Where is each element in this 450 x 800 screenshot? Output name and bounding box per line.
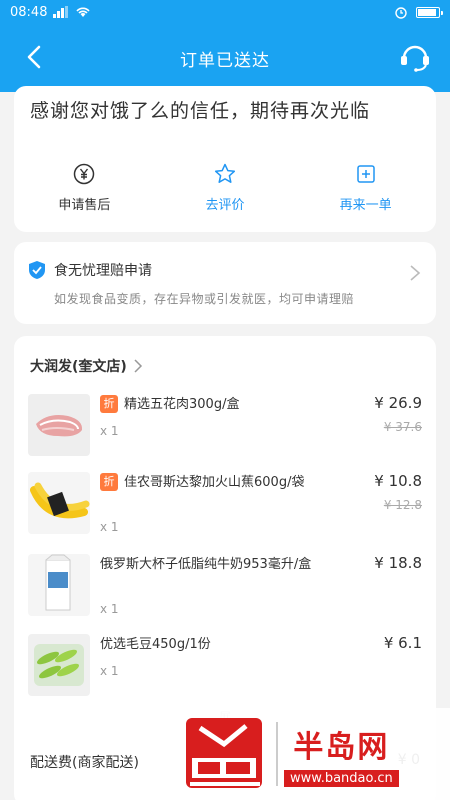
watermark: 半岛网 www.bandao.cn [180,708,450,800]
claim-subtitle: 如发现食品变质，存在异物或引发就医，均可申请理赔 [54,292,355,306]
header-bar: 08:48 订单已送达 [0,0,450,92]
star-icon [214,163,236,183]
claim-card[interactable]: 食无忧理赔申请 如发现食品变质，存在异物或引发就医，均可申请理赔 [14,242,436,324]
claim-title: 食无忧理赔申请 [54,263,152,279]
status-time: 08:48 [10,4,48,20]
apply-after-sales-label: 申请售后 [58,198,111,213]
discount-tag: 折 [100,395,118,413]
reorder-label: 再来一单 [339,198,392,213]
review-button[interactable]: 去评价 [155,162,296,213]
product-image-milk [28,554,90,616]
product-price: ¥ 6.1 [383,634,422,652]
chevron-right-icon [134,359,142,373]
nav-bar: 订单已送达 [0,24,450,92]
list-item: 优选毛豆450g/1份 x 1 ¥ 6.1 [28,634,422,704]
apply-after-sales-button[interactable]: 申请售后 [14,162,155,213]
product-image-edamame [28,634,90,696]
shield-check-icon [29,261,45,279]
alarm-icon [395,7,407,19]
order-actions: 申请售后 去评价 再来一单 [14,162,436,213]
page-title: 订单已送达 [180,50,270,71]
plus-box-icon [356,165,375,183]
thanks-message: 感谢您对饿了么的信任，期待再次光临 [30,100,371,122]
shop-name: 大润发(奎文店) [30,359,127,375]
chevron-right-icon [410,265,421,281]
product-qty: x 1 [100,602,119,616]
thanks-card: 感谢您对饿了么的信任，期待再次光临 申请售后 去评价 再来一单 [14,86,436,232]
list-item: 折佳农哥斯达黎加火山蕉600g/袋 x 1 ¥ 10.8 ¥ 12.8 [28,472,422,542]
list-item: 折精选五花肉300g/盒 x 1 ¥ 26.9 ¥ 37.6 [28,394,422,464]
shop-link[interactable]: 大润发(奎文店) [30,356,143,376]
product-price: ¥ 26.9 [374,394,422,412]
product-qty: x 1 [100,664,119,678]
product-image-banana [28,472,90,534]
product-original-price: ¥ 12.8 [383,498,422,512]
product-qty: x 1 [100,520,119,534]
product-name: 佳农哥斯达黎加火山蕉600g/袋 [124,475,305,490]
yuan-refund-icon [74,163,95,185]
product-name: 优选毛豆450g/1份 [100,637,211,652]
product-qty: x 1 [100,424,119,438]
battery-icon [416,6,443,18]
review-label: 去评价 [205,198,245,213]
product-price: ¥ 18.8 [374,554,422,572]
customer-service-icon[interactable] [398,40,432,74]
bandao-title: 半岛网 [293,729,390,765]
status-bar: 08:48 [0,0,450,24]
wifi-icon [76,7,91,17]
product-name: 俄罗斯大杯子低脂纯牛奶953毫升/盒 [100,557,312,572]
signal-icon [53,6,69,18]
reorder-button[interactable]: 再来一单 [295,162,436,213]
product-price: ¥ 10.8 [374,472,422,490]
product-name: 精选五花肉300g/盒 [124,397,240,412]
dazhong-news-logo [180,714,270,794]
bandao-url: www.bandao.cn [284,769,399,787]
discount-tag: 折 [100,473,118,491]
delivery-fee-label: 配送费(商家配送) [30,755,139,771]
back-button[interactable] [22,44,48,70]
product-original-price: ¥ 37.6 [383,420,422,434]
product-image-pork [28,394,90,456]
list-item: 俄罗斯大杯子低脂纯牛奶953毫升/盒 x 1 ¥ 18.8 [28,554,422,624]
